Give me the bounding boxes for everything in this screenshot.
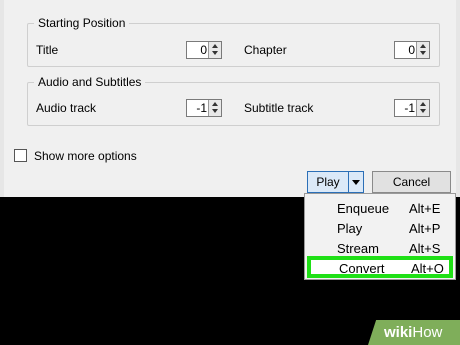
audio-track-label: Audio track (36, 101, 97, 115)
title-spin-buttons[interactable] (208, 42, 221, 58)
menu-item-convert[interactable]: Convert Alt+O (307, 256, 453, 278)
audio-spin-buttons[interactable] (208, 100, 221, 116)
menu-item-enqueue[interactable]: Enqueue Alt+E (305, 198, 455, 218)
title-value[interactable]: 0 (189, 43, 207, 57)
chevron-down-icon[interactable] (352, 180, 360, 185)
menu-item-label: Enqueue (337, 201, 390, 216)
audio-track-value[interactable]: -1 (189, 101, 207, 115)
chapter-spin-buttons[interactable] (416, 42, 429, 58)
title-label: Title (36, 43, 59, 57)
chapter-label: Chapter (244, 43, 287, 57)
subtitle-track-value[interactable]: -1 (397, 101, 415, 115)
dialog-border-left (0, 0, 4, 197)
title-spinbox[interactable]: 0 (186, 41, 222, 59)
open-media-dialog: Starting Position Title 0 Chapter 0 Audi… (0, 0, 460, 197)
starting-position-heading: Starting Position (34, 16, 130, 30)
dialog-border-right (456, 0, 460, 197)
play-button[interactable]: Play (307, 171, 349, 193)
chapter-spinbox[interactable]: 0 (394, 41, 430, 59)
logo-how: How (412, 324, 443, 341)
spin-up-icon[interactable] (212, 102, 218, 106)
spin-up-icon[interactable] (420, 102, 426, 106)
chapter-value[interactable]: 0 (397, 43, 415, 57)
menu-item-label: Play (337, 221, 363, 236)
menu-item-shortcut: Alt+O (411, 261, 444, 276)
wikihow-logo: wikiHow (384, 324, 442, 341)
spin-up-icon[interactable] (420, 44, 426, 48)
spin-down-icon[interactable] (212, 109, 218, 113)
menu-item-shortcut: Alt+E (409, 201, 441, 216)
logo-wiki: wiki (384, 324, 413, 341)
menu-item-stream[interactable]: Stream Alt+S (305, 238, 455, 258)
menu-item-shortcut: Alt+P (409, 221, 441, 236)
show-more-options-label[interactable]: Show more options (34, 149, 137, 163)
spin-up-icon[interactable] (212, 44, 218, 48)
menu-item-label: Stream (337, 241, 379, 256)
subtitle-track-label: Subtitle track (244, 101, 314, 115)
spin-down-icon[interactable] (420, 51, 426, 55)
play-dropdown-button[interactable] (348, 171, 364, 193)
show-more-options-checkbox[interactable] (14, 149, 27, 162)
menu-item-play[interactable]: Play Alt+P (305, 218, 455, 238)
spin-down-icon[interactable] (420, 109, 426, 113)
starting-position-group: Starting Position (27, 16, 440, 67)
spin-down-icon[interactable] (212, 51, 218, 55)
audio-subtitles-heading: Audio and Subtitles (34, 75, 146, 89)
subtitle-spin-buttons[interactable] (416, 100, 429, 116)
menu-item-shortcut: Alt+S (409, 241, 441, 256)
subtitle-track-spinbox[interactable]: -1 (394, 99, 430, 117)
menu-item-label: Convert (339, 261, 385, 276)
audio-track-spinbox[interactable]: -1 (186, 99, 222, 117)
cancel-button[interactable]: Cancel (372, 171, 451, 193)
play-options-menu: Enqueue Alt+E Play Alt+P Stream Alt+S Co… (304, 193, 456, 280)
